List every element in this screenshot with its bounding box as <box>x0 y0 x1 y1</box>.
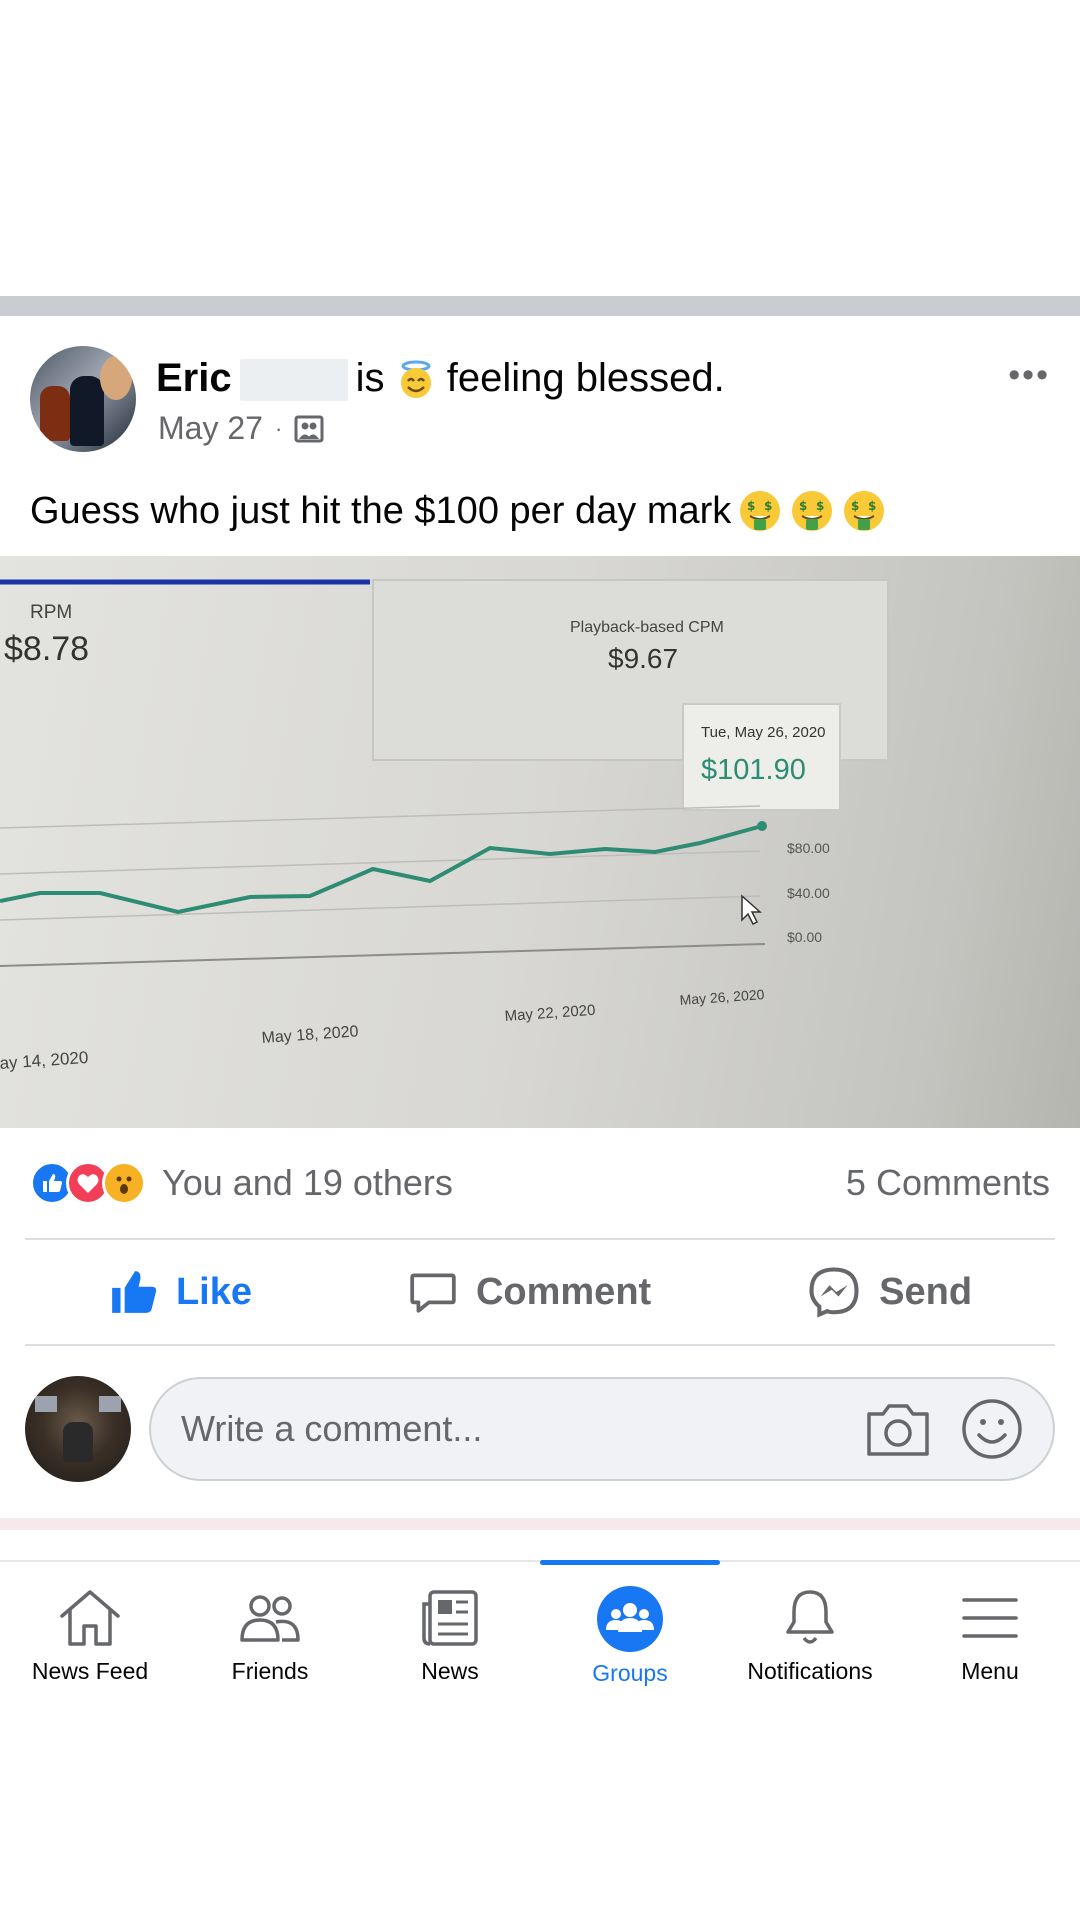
meta-separator: · <box>274 415 283 441</box>
more-options-icon[interactable]: ••• <box>1008 356 1050 395</box>
tab-notifications[interactable]: Notifications <box>720 1562 900 1700</box>
comment-label: Comment <box>475 1270 652 1313</box>
photo-gridline-1 <box>0 805 761 829</box>
comment-icon <box>410 1273 456 1313</box>
wow-reaction-icon <box>102 1161 146 1205</box>
tab-friends[interactable]: Friends <box>180 1562 360 1700</box>
send-label: Send <box>879 1270 973 1313</box>
tab-news[interactable]: News <box>360 1562 540 1700</box>
photo-cursor-icon <box>741 894 762 926</box>
tab-label: Groups <box>592 1660 668 1686</box>
photo-gridline-3 <box>0 895 761 921</box>
author-name[interactable]: Eric <box>156 356 232 400</box>
post-header-text: Eric is feeling blessed. <box>156 356 725 402</box>
friends-icon <box>240 1595 300 1642</box>
money-mouth-emoji-icon: $ $ <box>792 491 833 531</box>
reaction-counts[interactable]: You and 19 others <box>30 1161 453 1205</box>
photo-cpm-value: $9.67 <box>608 643 678 674</box>
feed-divider <box>0 296 1080 316</box>
tab-news-feed[interactable]: News Feed <box>0 1562 180 1700</box>
send-button[interactable]: Send <box>807 1265 972 1319</box>
svg-text:$: $ <box>799 499 807 513</box>
feeling-text: feeling blessed. <box>446 356 725 400</box>
photo-rpm-value: $8.78 <box>4 630 89 668</box>
reaction-icons <box>30 1161 146 1205</box>
feed-post: Eric is feeling blessed. May 27 · ••• Gu… <box>0 316 1080 1530</box>
audience-friends-icon[interactable] <box>294 415 324 443</box>
photo-rpm-label: RPM <box>30 602 72 623</box>
photo-y-tick: $40.00 <box>787 885 830 901</box>
photo-y-tick: $80.00 <box>787 840 830 856</box>
like-button[interactable]: Like <box>108 1267 252 1317</box>
comment-button[interactable]: Comment <box>408 1267 651 1317</box>
post-text: Guess who just hit the $100 per day mark <box>30 490 732 532</box>
photo-x-tick: May 26, 2020 <box>679 986 765 1008</box>
reaction-summary-text: You and 19 others <box>162 1162 453 1203</box>
photo-x-tick: ay 14, 2020 <box>0 1048 89 1073</box>
feeling-verb: is <box>355 356 385 400</box>
post-meta: May 27 · <box>158 410 324 447</box>
comment-input-icons <box>865 1398 1023 1460</box>
write-comment-row: Write a comment... <box>0 1346 1080 1512</box>
money-mouth-emoji-icon: $ $ <box>844 491 885 531</box>
home-icon <box>60 1590 120 1646</box>
money-mouth-emoji-icon: $ $ <box>740 491 781 531</box>
comments-count-link[interactable]: 5 Comments <box>846 1162 1050 1204</box>
photo-x-tick: May 22, 2020 <box>504 1002 596 1025</box>
svg-text:$: $ <box>851 499 859 513</box>
tab-label: Friends <box>231 1658 309 1684</box>
photo-tooltip-date: Tue, May 26, 2020 <box>701 724 826 741</box>
tab-label: Menu <box>961 1658 1019 1684</box>
photo-y-tick: $0.00 <box>787 929 822 945</box>
post-header: Eric is feeling blessed. May 27 · ••• <box>0 316 1080 466</box>
like-label: Like <box>175 1270 253 1313</box>
analytics-screenshot-photo: RPM $8.78 Playback-based CPM $9.67 Tue, … <box>0 579 889 1073</box>
redacted-surname <box>239 359 348 402</box>
svg-text:$: $ <box>816 499 824 513</box>
photo-x-tick: May 18, 2020 <box>261 1023 359 1047</box>
comment-placeholder: Write a comment... <box>181 1408 483 1449</box>
tab-label: News <box>421 1658 479 1684</box>
post-photo[interactable]: RPM $8.78 Playback-based CPM $9.67 Tue, … <box>0 556 1080 1128</box>
post-bottom-separator <box>0 1518 1080 1530</box>
author-avatar[interactable] <box>30 346 136 452</box>
photo-last-point <box>757 821 767 831</box>
emoji-icon[interactable] <box>961 1398 1023 1460</box>
camera-icon[interactable] <box>865 1400 931 1458</box>
photo-axis-line <box>0 943 766 967</box>
news-icon <box>422 1590 478 1646</box>
comment-input[interactable]: Write a comment... <box>149 1377 1055 1481</box>
svg-text:$: $ <box>747 499 755 513</box>
tab-label: News Feed <box>31 1658 149 1684</box>
post-date[interactable]: May 27 <box>158 410 263 447</box>
menu-icon <box>962 1598 1018 1638</box>
tab-groups[interactable]: Groups <box>540 1560 720 1700</box>
groups-icon <box>597 1586 663 1652</box>
bell-icon <box>786 1590 834 1644</box>
bottom-tab-bar: News Feed Friends News Groups Notificati… <box>0 1560 1080 1700</box>
photo-cpm-label: Playback-based CPM <box>570 619 724 636</box>
current-user-avatar[interactable] <box>25 1376 131 1482</box>
messenger-icon <box>809 1267 859 1318</box>
post-actions: Like Comment Send <box>0 1240 1080 1344</box>
halo-smile-emoji-icon <box>400 360 431 399</box>
svg-text:$: $ <box>868 499 876 513</box>
svg-text:$: $ <box>764 499 772 513</box>
post-body: Guess who just hit the $100 per day mark… <box>0 466 1080 556</box>
thumbs-up-icon <box>112 1271 157 1313</box>
tab-menu[interactable]: Menu <box>900 1562 1080 1700</box>
reaction-summary: You and 19 others 5 Comments <box>0 1128 1080 1238</box>
tab-label: Notifications <box>747 1658 873 1684</box>
top-blank-area <box>0 0 1080 296</box>
photo-tooltip-value: $101.90 <box>701 754 806 786</box>
